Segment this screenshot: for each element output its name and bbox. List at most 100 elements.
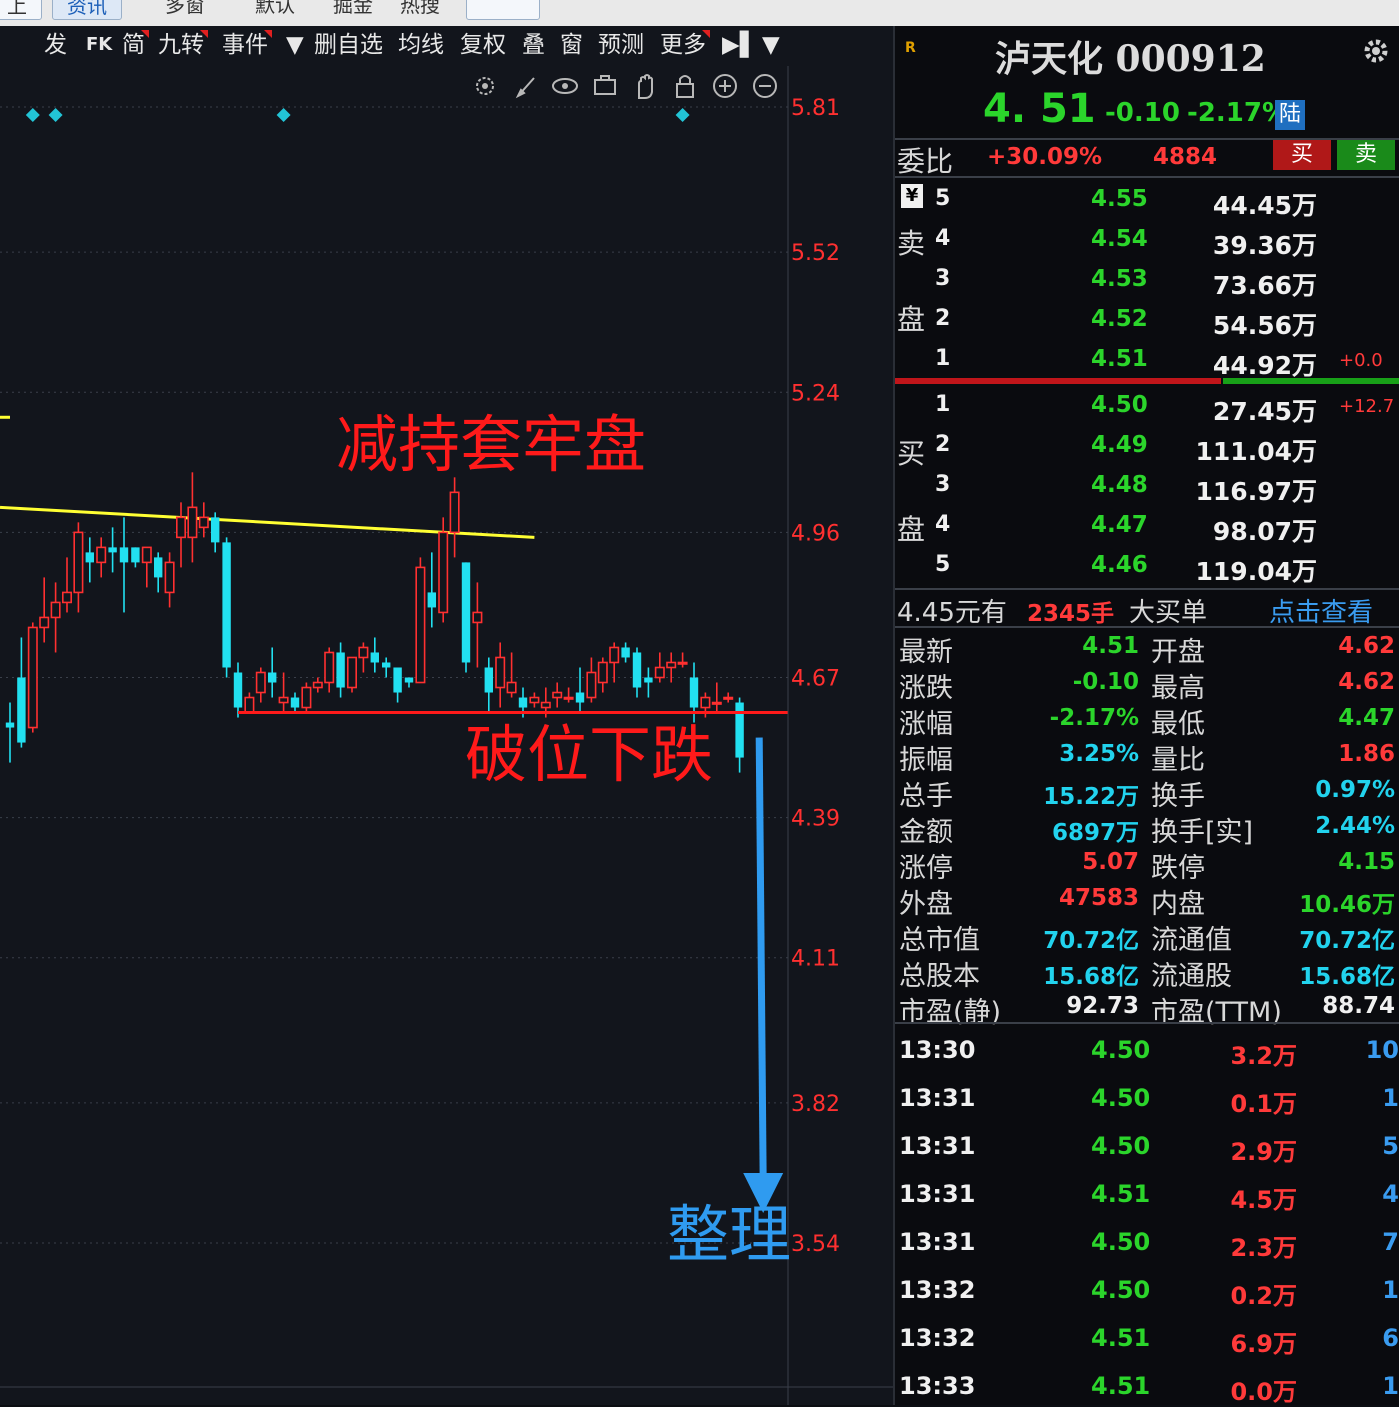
candle-body <box>382 662 391 668</box>
top-tab-5[interactable]: 热搜 <box>400 0 440 18</box>
top-tab-1[interactable]: 资讯 <box>52 0 122 20</box>
candle-body <box>73 531 84 594</box>
kline-chart[interactable]: 5.81 5.52 5.24 4.96 4.67 4.39 4.11 3.82 3.54 减持套牢… <box>0 26 893 1405</box>
candle-body <box>540 701 551 709</box>
level-number: 4 <box>935 512 951 537</box>
tick-price: 4.51 <box>1091 1324 1151 1352</box>
level-number: 2 <box>935 432 951 457</box>
tick-price: 4.50 <box>1091 1132 1151 1160</box>
candle-body <box>222 542 231 668</box>
event-marker-icon[interactable] <box>48 108 63 122</box>
candle-body <box>255 671 266 694</box>
level-price: 4.53 <box>1091 266 1148 292</box>
stat-value: 70.72亿 <box>1299 928 1395 954</box>
level-number: 3 <box>935 266 951 291</box>
candle-body <box>290 697 300 708</box>
price-change-pct: -2.17% <box>1187 98 1288 128</box>
candle-body <box>575 692 585 703</box>
top-tab-6[interactable] <box>466 0 540 20</box>
event-marker-icon[interactable] <box>25 108 40 122</box>
candle-body <box>700 696 711 709</box>
level-price: 4.49 <box>1091 432 1148 458</box>
stat-value: 1.86 <box>1338 741 1395 767</box>
tick-price: 4.51 <box>1091 1372 1151 1400</box>
stat-value: 15.68亿 <box>1299 964 1395 990</box>
level-number: 2 <box>935 306 951 331</box>
annotation-resistance-label: 减持套牢盘 <box>336 408 646 481</box>
stat-value: 2.44% <box>1315 813 1395 839</box>
level-change: +0.0 <box>1339 350 1383 371</box>
candle-body <box>484 667 493 693</box>
top-tab-2[interactable]: 多窗 <box>165 0 205 18</box>
y-axis-tick-label: 3.54 <box>791 1232 840 1257</box>
bigbuy-view-link[interactable]: 点击查看 <box>1269 592 1373 629</box>
tick-time: 13:31 <box>899 1132 976 1160</box>
level-volume: 116.97万 <box>1195 477 1317 506</box>
yen-icon: ¥ <box>901 184 923 208</box>
candle-body <box>27 626 38 729</box>
sell-button[interactable]: 卖 <box>1337 140 1395 170</box>
candle-body <box>141 546 152 564</box>
candle-body <box>449 491 460 534</box>
event-marker-icon[interactable] <box>276 108 291 122</box>
tick-count: 1 <box>1382 1276 1399 1304</box>
top-tab-0[interactable]: 上 <box>0 0 42 20</box>
top-tab-4[interactable]: 掘金 <box>333 0 373 18</box>
y-axis-tick-label: 5.24 <box>791 381 840 406</box>
stat-value: 4.47 <box>1338 705 1395 731</box>
gear-icon[interactable] <box>1361 36 1391 66</box>
bigbuy-suffix: 大买单 <box>1129 598 1208 628</box>
candle-body <box>370 652 379 663</box>
level-price: 4.48 <box>1091 472 1148 498</box>
candle-body <box>472 611 483 624</box>
tick-time: 13:31 <box>899 1084 976 1112</box>
stat-value: -2.17% <box>1049 705 1139 731</box>
tick-time: 13:32 <box>899 1324 976 1352</box>
level-volume: 98.07万 <box>1212 517 1317 546</box>
event-marker-icon[interactable] <box>675 108 690 122</box>
sell-side-label-2: 盘 <box>897 303 926 336</box>
stat-value: 4.15 <box>1338 849 1395 875</box>
bigbuy-price: 4.45元有 <box>897 598 1007 628</box>
stat-value: 3.25% <box>1059 741 1139 767</box>
buy-button[interactable]: 买 <box>1273 140 1331 170</box>
stat-label: 涨跌 <box>899 673 953 704</box>
quote-panel: R 泸天化 000912 4. 51 -0.10 -2.17% 陆 委比 +30… <box>893 26 1399 1406</box>
level-volume: 44.92万 <box>1212 351 1317 380</box>
stat-label: 换手[实] <box>1151 817 1254 848</box>
candle-body <box>735 702 744 758</box>
stat-value: 5.07 <box>1082 849 1139 875</box>
tick-time: 13:30 <box>899 1036 976 1064</box>
tick-price: 4.50 <box>1091 1036 1151 1064</box>
tick-count: 4 <box>1382 1180 1399 1208</box>
candle-body <box>278 696 289 704</box>
stat-label: 换手 <box>1151 781 1205 812</box>
candle-body <box>39 616 50 629</box>
top-tab-3[interactable]: 默认 <box>255 0 295 18</box>
ask-bid-ratio-bar-green <box>1223 378 1399 384</box>
candle-body <box>495 656 506 689</box>
tick-time: 13:32 <box>899 1276 976 1304</box>
hk-connect-badge: 陆 <box>1275 100 1305 130</box>
tick-time: 13:31 <box>899 1180 976 1208</box>
candle-body <box>312 681 323 689</box>
ask-bid-ratio-bar-red <box>895 378 1221 384</box>
candle-body <box>393 667 402 693</box>
stat-label: 最新 <box>899 637 953 668</box>
tick-count: 5 <box>1382 1132 1399 1160</box>
candle-body <box>176 516 187 539</box>
stat-value: 4.51 <box>1082 633 1139 659</box>
level-number: 1 <box>935 392 951 417</box>
level-number: 4 <box>935 226 951 251</box>
level-price: 4.52 <box>1091 306 1148 332</box>
candle-body <box>211 517 220 543</box>
candle-body <box>723 696 734 700</box>
candle-body <box>586 671 597 699</box>
candle-body <box>563 696 574 700</box>
stat-label: 内盘 <box>1151 889 1205 920</box>
level-volume: 119.04万 <box>1195 557 1317 586</box>
stat-value: 15.68亿 <box>1043 964 1139 990</box>
tick-volume: 3.2万 <box>1230 1042 1297 1070</box>
candle-body <box>301 686 312 709</box>
stat-value: 47583 <box>1058 885 1139 911</box>
